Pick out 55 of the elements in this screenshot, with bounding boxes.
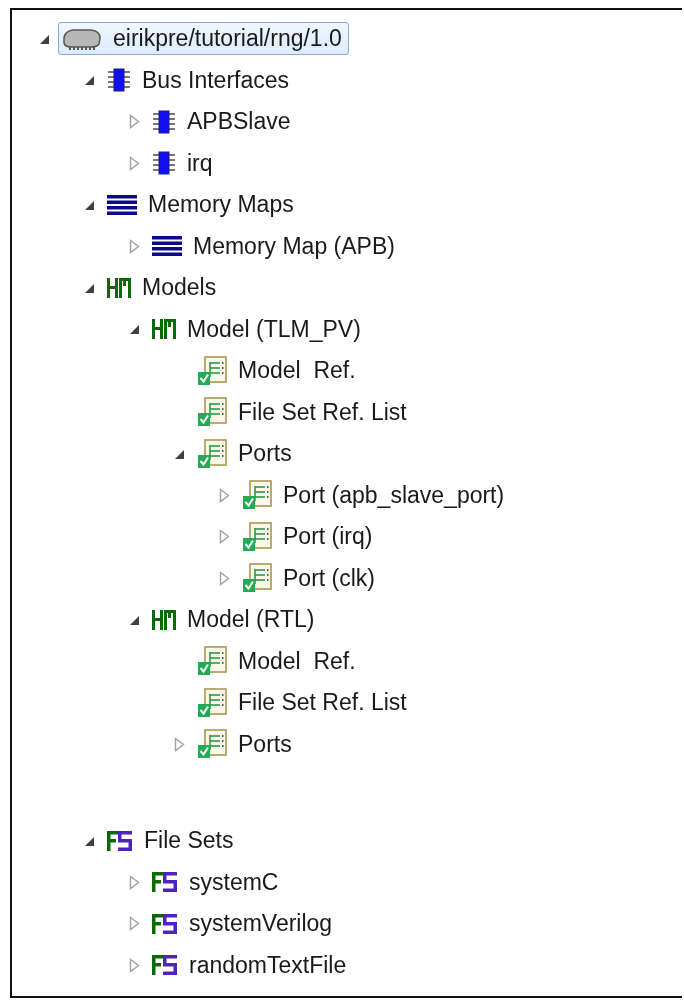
checklist-icon: [196, 437, 228, 470]
component-icon: [106, 67, 132, 94]
tree-item[interactable]: Ports: [193, 725, 299, 764]
tree-item[interactable]: File Sets: [103, 824, 241, 858]
tree-item[interactable]: irq: [148, 146, 220, 180]
checklist-icon: [196, 645, 228, 678]
tree-item[interactable]: Model Ref.: [193, 351, 363, 390]
tree-item[interactable]: Memory Map (APB): [148, 229, 402, 263]
tree-item[interactable]: Model (TLM_PV): [148, 312, 368, 346]
tree-item[interactable]: Models: [103, 271, 224, 305]
tree-item[interactable]: File Set Ref. List: [193, 683, 414, 722]
tree-item[interactable]: Model (RTL): [148, 603, 322, 637]
tree-item[interactable]: Ports: [193, 434, 299, 473]
checklist-icon: [196, 728, 228, 761]
fileset-icon: [106, 829, 134, 852]
checklist-icon: [196, 396, 228, 429]
collapsed-arrow-icon[interactable]: [218, 487, 230, 503]
collapsed-arrow-icon[interactable]: [128, 874, 140, 890]
tree-item[interactable]: eirikpre/tutorial/rng/1.0: [58, 22, 349, 56]
tree-item[interactable]: Port (irq): [238, 517, 380, 556]
fileset-icon: [151, 954, 179, 977]
fileset-icon: [151, 871, 179, 894]
component-icon: [151, 150, 177, 177]
tree-item[interactable]: systemVerilog: [148, 907, 340, 941]
expanded-arrow-icon[interactable]: [128, 323, 140, 336]
model-icon: [151, 318, 177, 341]
collapsed-arrow-icon[interactable]: [128, 155, 140, 171]
tree-item[interactable]: Memory Maps: [103, 188, 301, 222]
collapsed-arrow-icon[interactable]: [128, 114, 140, 130]
fileset-icon: [151, 912, 179, 935]
collapsed-arrow-icon[interactable]: [128, 957, 140, 973]
checklist-icon: [241, 479, 273, 512]
collapsed-arrow-icon[interactable]: [218, 529, 230, 545]
tree-item[interactable]: Model Ref.: [193, 642, 363, 681]
collapsed-arrow-icon[interactable]: [128, 238, 140, 254]
tree-item[interactable]: Port (apb_slave_port): [238, 476, 512, 515]
tree-item[interactable]: Port (clk): [238, 559, 382, 598]
tree-item[interactable]: File Set Ref. List: [193, 393, 414, 432]
checklist-icon: [196, 686, 228, 719]
list-lines-icon: [151, 235, 183, 258]
collapsed-arrow-icon[interactable]: [218, 570, 230, 586]
checklist-icon: [241, 562, 273, 595]
expanded-arrow-icon[interactable]: [83, 74, 95, 87]
model-icon: [106, 276, 132, 299]
collapsed-arrow-icon[interactable]: [173, 736, 185, 752]
tree-item[interactable]: Bus Interfaces: [103, 63, 297, 97]
tree-item[interactable]: systemC: [148, 865, 286, 899]
checklist-icon: [241, 520, 273, 553]
tree-item[interactable]: randomTextFile: [148, 948, 354, 982]
checklist-icon: [196, 354, 228, 387]
model-icon: [151, 608, 177, 631]
list-lines-icon: [106, 193, 138, 216]
tree-item[interactable]: APBSlave: [148, 105, 298, 139]
component-icon: [151, 108, 177, 135]
collapsed-arrow-icon[interactable]: [128, 916, 140, 932]
